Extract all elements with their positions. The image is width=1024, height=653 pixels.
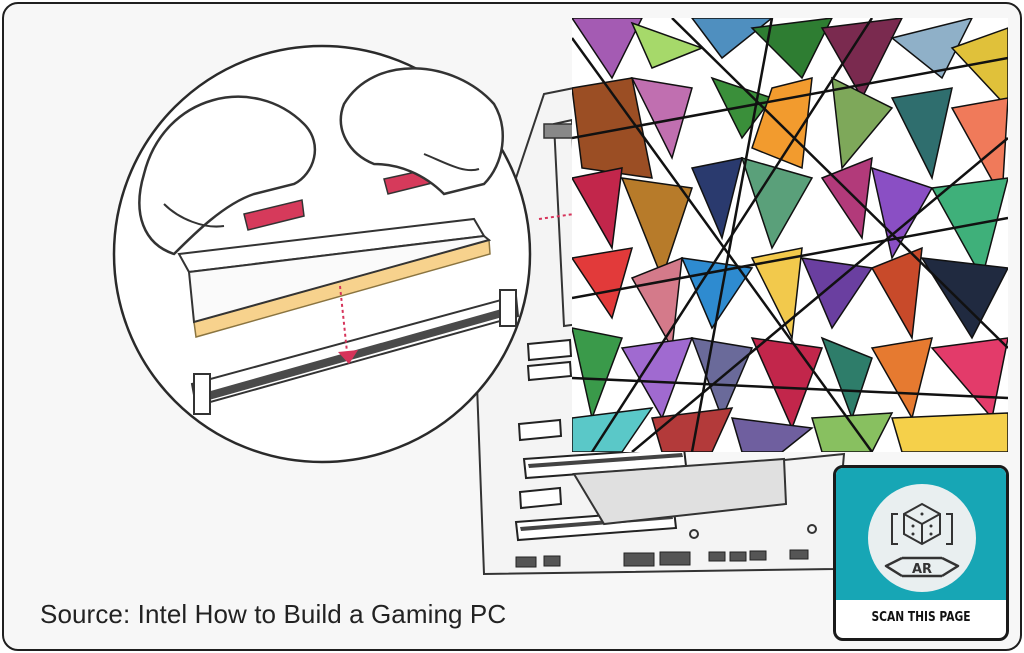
abstract-mosaic-image bbox=[572, 18, 1008, 452]
scan-ar-badge[interactable]: AR SCAN THIS PAGE bbox=[833, 465, 1009, 641]
ar-text: AR bbox=[912, 562, 932, 577]
scan-this-page-label: SCAN THIS PAGE bbox=[871, 610, 971, 625]
ar-arrow-icon: AR bbox=[884, 556, 960, 578]
page-frame: Source: Intel How to Build a Gaming PC A… bbox=[2, 2, 1022, 651]
source-caption: Source: Intel How to Build a Gaming PC bbox=[40, 599, 507, 629]
